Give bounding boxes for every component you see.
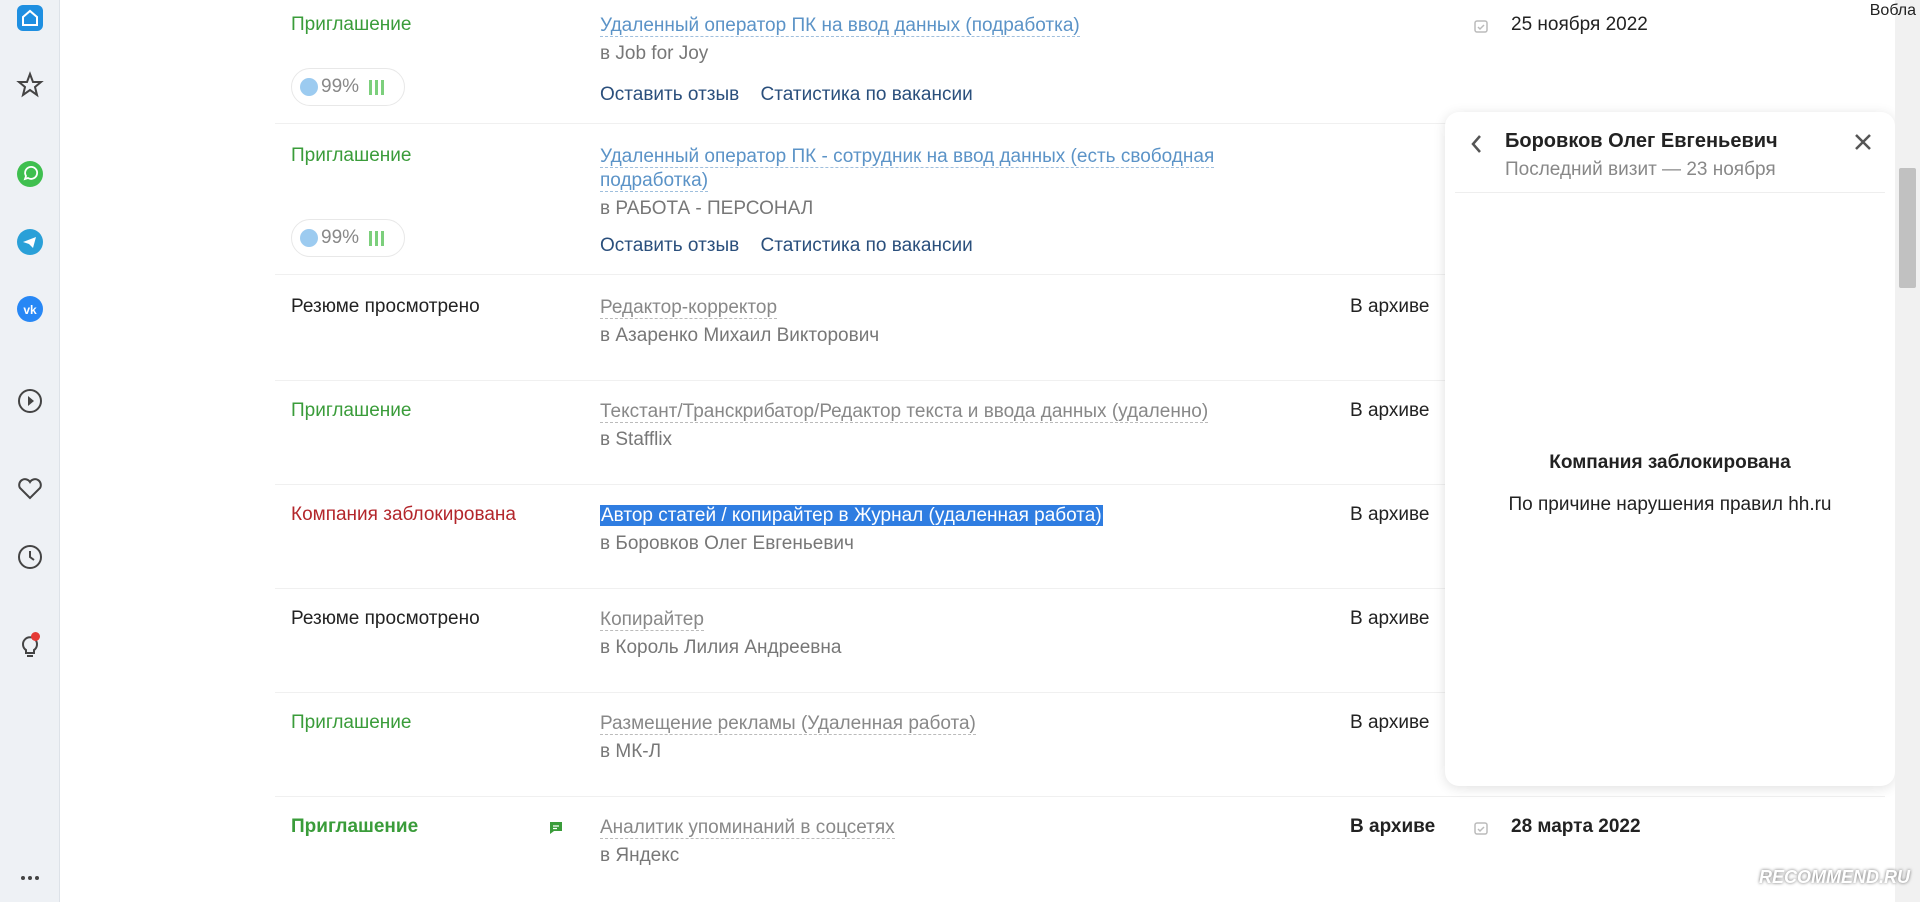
blocked-reason: По причине нарушения правил hh.ru (1508, 494, 1832, 515)
vacancy-cell: Текстант/Транскрибатор/Редактор текста и… (600, 400, 1300, 452)
archive-label: В архиве (1350, 816, 1436, 837)
company-name: в Stafflix (600, 429, 673, 450)
company-name: в Король Лилия Андреевна (600, 637, 842, 658)
lightbulb-icon[interactable] (12, 628, 48, 664)
table-row: Приглашение 99% Удаленный оператор ПК на… (275, 14, 1885, 124)
clock-icon[interactable] (12, 539, 48, 575)
more-icon[interactable] (12, 860, 48, 896)
response-date: 28 марта 2022 (1511, 816, 1641, 837)
archive-label: В архиве (1350, 296, 1430, 317)
employer-name: Боровков Олег Евгеньевич (1505, 130, 1778, 152)
response-date: 25 ноября 2022 (1511, 14, 1648, 35)
vacancy-cell: Удаленный оператор ПК - сотрудник на вво… (600, 145, 1280, 221)
last-visit: Последний визит — 23 ноября (1505, 159, 1776, 180)
company-name: в Боровков Олег Евгеньевич (600, 533, 854, 554)
vacancy-link[interactable]: Текстант/Транскрибатор/Редактор текста и… (600, 401, 1209, 423)
browser-sidebar: vk (0, 0, 60, 902)
match-percent: 99% (321, 227, 360, 248)
vacancy-cell: Размещение рекламы (Удаленная работа) в … (600, 712, 1300, 764)
company-name: в Азаренко Михаил Викторович (600, 325, 880, 346)
company-name: в МК-Л (600, 741, 662, 762)
vacancy-link[interactable]: Редактор-корректор (600, 297, 778, 319)
divider (1455, 192, 1885, 193)
chat-icon[interactable] (548, 820, 564, 836)
match-percent: 99% (321, 76, 360, 97)
vacancy-cell: Автор статей / копирайтер в Журнал (удал… (600, 504, 1300, 556)
vk-icon[interactable]: vk (12, 291, 48, 327)
archive-label: В архиве (1350, 400, 1430, 421)
calendar-icon (1474, 822, 1488, 835)
watermark: RECOMMEND.RU (1759, 867, 1910, 887)
vacancy-cell: Удаленный оператор ПК на ввод данных (по… (600, 14, 1300, 66)
notification-dot (31, 632, 40, 641)
home-icon[interactable] (12, 0, 48, 36)
status-label: Приглашение (291, 816, 419, 837)
scrollbar[interactable] (1895, 0, 1920, 902)
back-arrow-icon[interactable] (1467, 132, 1487, 156)
status-label: Резюме просмотрено (291, 296, 480, 317)
table-row: Приглашение Аналитик упоминаний в соцсет… (275, 816, 1885, 902)
whatsapp-icon[interactable] (12, 156, 48, 192)
row-actions: Оставить отзыв Статистика по вакансии (600, 235, 989, 257)
match-badge: 99% (291, 68, 405, 106)
vacancy-stats-link[interactable]: Статистика по вакансии (761, 84, 973, 105)
match-dot-icon (300, 78, 318, 96)
vacancy-link[interactable]: Удаленный оператор ПК на ввод данных (по… (600, 15, 1080, 37)
vacancy-link[interactable]: Копирайтер (600, 609, 704, 631)
match-dot-icon (300, 229, 318, 247)
status-label: Компания заблокирована (291, 504, 516, 525)
status-label: Резюме просмотрено (291, 608, 480, 629)
company-name: в РАБОТА - ПЕРСОНАЛ (600, 198, 814, 219)
svg-text:vk: vk (23, 303, 37, 317)
close-icon[interactable] (1851, 130, 1875, 154)
username-label: Вобла (1869, 2, 1916, 19)
play-icon[interactable] (12, 383, 48, 419)
status-label: Приглашение (291, 400, 412, 421)
telegram-icon[interactable] (12, 224, 48, 260)
bars-icon (369, 79, 385, 95)
vacancy-cell: Редактор-корректор в Азаренко Михаил Вик… (600, 296, 1300, 348)
status-label: Приглашение (291, 14, 412, 35)
match-badge: 99% (291, 219, 405, 257)
bars-icon (369, 230, 385, 246)
archive-label: В архиве (1350, 608, 1430, 629)
status-label: Приглашение (291, 145, 412, 166)
company-name: в Job for Joy (600, 43, 709, 64)
company-name: в Яндекс (600, 845, 680, 866)
employer-panel: Боровков Олег Евгеньевич Последний визит… (1445, 112, 1895, 786)
vacancy-stats-link[interactable]: Статистика по вакансии (761, 235, 973, 256)
blocked-title: Компания заблокирована (1549, 452, 1791, 473)
scrollbar-thumb[interactable] (1899, 168, 1916, 288)
vacancy-link[interactable]: Автор статей / копирайтер в Журнал (удал… (600, 505, 1103, 526)
vacancy-link[interactable]: Аналитик упоминаний в соцсетях (600, 817, 895, 839)
leave-feedback-link[interactable]: Оставить отзыв (600, 84, 739, 105)
vacancy-link[interactable]: Размещение рекламы (Удаленная работа) (600, 713, 976, 735)
leave-feedback-link[interactable]: Оставить отзыв (600, 235, 739, 256)
archive-label: В архиве (1350, 504, 1430, 525)
calendar-icon (1474, 20, 1488, 33)
vacancy-link[interactable]: Удаленный оператор ПК - сотрудник на вво… (600, 146, 1215, 192)
row-actions: Оставить отзыв Статистика по вакансии (600, 84, 989, 106)
status-label: Приглашение (291, 712, 412, 733)
vacancy-cell: Аналитик упоминаний в соцсетях в Яндекс (600, 816, 1300, 868)
star-icon[interactable] (12, 67, 48, 103)
archive-label: В архиве (1350, 712, 1430, 733)
heart-icon[interactable] (12, 471, 48, 507)
vacancy-cell: Копирайтер в Король Лилия Андреевна (600, 608, 1300, 660)
